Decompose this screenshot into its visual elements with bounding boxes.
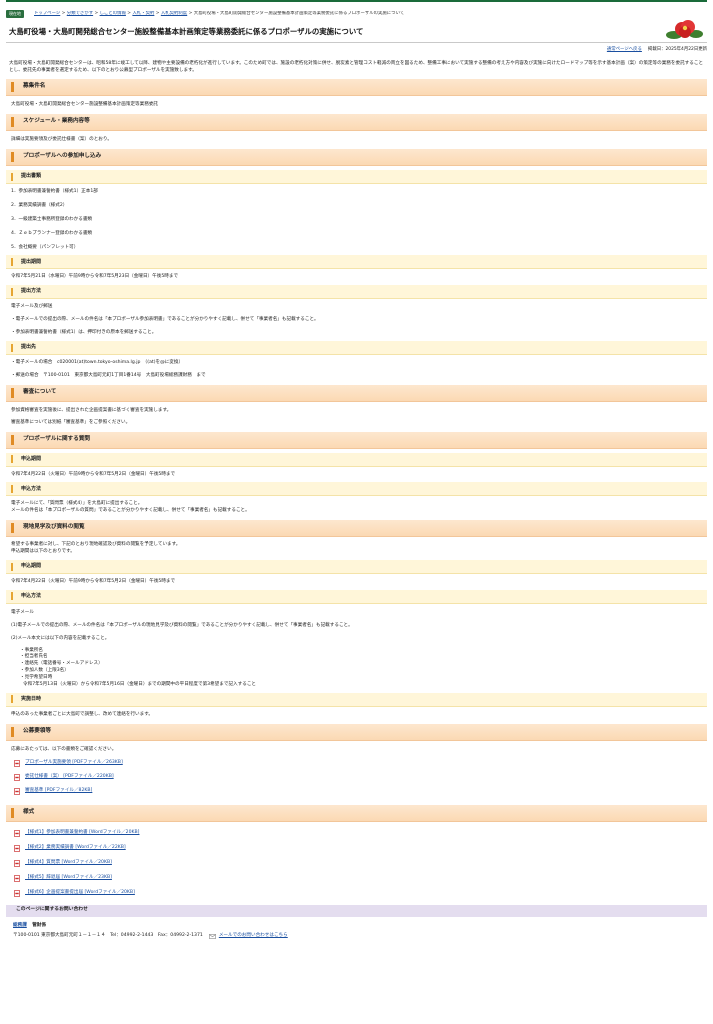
published-date: 掲載日：2025年4月22日更新 — [647, 47, 707, 53]
location-badge: 現在地 — [6, 10, 24, 18]
breadcrumb-home-link[interactable]: トップページ — [34, 11, 60, 16]
pdf-link-item: プロポーザル実施要領 [PDFファイル／263KB] — [14, 759, 713, 767]
subheading-question-period: 申込期間 — [6, 452, 707, 467]
header-top-line — [6, 0, 707, 2]
heading-site-visit: 現地見学及び資料の閲覧 — [6, 520, 707, 538]
word-download-link[interactable]: 【様式6】企画提案書提出届 [Wordファイル／20KB] — [25, 890, 135, 896]
breadcrumb-cat2-link[interactable]: しごとの情報 — [100, 11, 126, 16]
pdf-download-link[interactable]: 審査基準 [PDFファイル／82KB] — [25, 788, 92, 794]
subheading-visit-method: 申込方法 — [6, 589, 707, 604]
pdf-file-icon — [14, 773, 20, 781]
submit-method-text: 電子メール及び郵送 — [11, 304, 53, 310]
contact-address-row: 〒100-0101 東京都大島町元町１－１－１４ Tel：04992-2-144… — [13, 933, 701, 939]
recruitment-title-text: 大島町役場・大島町開発総合センター施設整備基本計画策定等業務委託 — [11, 102, 159, 108]
visit-item: ・担当者氏名 — [20, 654, 48, 660]
breadcrumb-cat3-link[interactable]: 入札・契約 — [132, 11, 154, 16]
page-title-box: 大島町役場・大島町開発総合センター施設整備基本計画策定等業務委託に係るプロポーザ… — [6, 20, 707, 43]
visit-item: ・見学希望日時 — [20, 675, 53, 681]
word-download-link[interactable]: 【様式4】質問票 [Wordファイル／20KB] — [25, 860, 112, 866]
word-file-icon — [14, 844, 20, 852]
contact-heading: このページに関するお問い合わせ — [6, 904, 707, 917]
pdf-download-link[interactable]: プロポーザル実施要領 [PDFファイル／263KB] — [25, 760, 123, 766]
word-link-item: 【様式1】参加表明書兼誓約書 [Wordファイル／20KB] — [14, 829, 713, 837]
contact-body: 総務課 管財係 〒100-0101 東京都大島町元町１－１－１４ Tel：049… — [6, 917, 707, 943]
heading-questions: プロポーザルに関する質問 — [6, 431, 707, 449]
department-link[interactable]: 総務課 — [13, 923, 27, 928]
pdf-file-icon — [14, 787, 20, 795]
subheading-visit-period: 申込期間 — [6, 560, 707, 575]
visit-method-text: 電子メール — [11, 609, 34, 615]
contact-department: 総務課 管財係 — [13, 923, 701, 929]
contact-address: 〒100-0101 東京都大島町元町１－１－１４ Tel：04992-2-144… — [13, 932, 203, 938]
subheading-documents: 提出書類 — [6, 170, 707, 184]
site-visit-text: 申込期間は以下のとおりです。 — [11, 549, 75, 555]
review-text: 審査基準については別紙「審査基準」をご参照ください。 — [11, 419, 131, 425]
word-file-icon — [14, 874, 20, 882]
subheading-submit-method: 提出方法 — [6, 285, 707, 300]
page-meta: 通常ページへ戻る 掲載日：2025年4月22日更新 — [6, 46, 707, 54]
doc-item: 3．一級建築士事務所登録のわかる書類 — [11, 216, 93, 222]
visit-method-text: (1)電子メールでの提出の際、メールの件名は「本プロポーザルの現地見学及び資料の… — [11, 622, 353, 628]
question-period-text: 令和7年4月22日（火曜日）午前9時から令和7年5月2日（金曜日）午後5時まで — [11, 471, 176, 477]
pdf-link-item: 委託仕様書（案） [PDFファイル／220KB] — [14, 773, 713, 781]
destination-text: ・郵送の場合 〒100-0101 東京都大島町元町1丁目1番14号 大島町役場総… — [11, 372, 206, 378]
submit-method-text: ・電子メールでの提出の際、メールの件名は「本プロポーザル参加表明書」であることが… — [11, 317, 319, 323]
heading-forms: 様式 — [6, 804, 707, 822]
heading-documents: 公募要領等 — [6, 723, 707, 741]
section-name: 管財係 — [32, 922, 47, 928]
word-download-link[interactable]: 【様式5】辞退届 [Wordファイル／23KB] — [25, 875, 112, 881]
review-text: 参加資格審査を実施後に、提出された企画提案書に基づく審査を実施します。 — [11, 407, 172, 413]
visit-item: ・参加人数（上限3名） — [20, 668, 69, 674]
heading-schedule: スケジュール・業務内容等 — [6, 114, 707, 132]
doc-item: 2．業務実績調書（様式2） — [11, 202, 68, 208]
submit-method-text: ・参加表明書兼誓約書（様式1）は、押印付きの原本を郵送すること。 — [11, 330, 157, 336]
breadcrumb-current: 大島町役場・大島町開発総合センター施設整備基本計画策定等業務委託に係るプロポーザ… — [193, 11, 405, 17]
doc-item: 5．会社概要（パンフレット可） — [11, 244, 79, 250]
word-link-item: 【様式2】業務実績調書 [Wordファイル／22KB] — [14, 844, 713, 852]
page-title: 大島町役場・大島町開発総合センター施設整備基本計画策定等業務委託に係るプロポーザ… — [9, 27, 364, 36]
visit-date-text: 申込のあった事業者ごとに大島町で調整し、改めて連絡を行います。 — [11, 711, 153, 717]
pdf-link-item: 審査基準 [PDFファイル／82KB] — [14, 787, 713, 795]
question-method-text: メールの件名は「本プロポーザルの質問」であることが分かりやすく記載し、併せて「事… — [11, 508, 250, 514]
word-link-item: 【様式4】質問票 [Wordファイル／20KB] — [14, 859, 713, 867]
word-file-icon — [14, 829, 20, 837]
word-link-item: 【様式6】企画提案書提出届 [Wordファイル／20KB] — [14, 889, 713, 897]
mail-inquiry-link[interactable]: メールでのお問い合わせはこちら — [219, 933, 288, 939]
heading-recruitment-title: 募集件名 — [6, 79, 707, 97]
visit-item: ・連絡先（電話番号・メールアドレス） — [20, 661, 103, 667]
submit-period-text: 令和7年5月21日（水曜日）午前9時から令和7年5月23日（金曜日）午後5時まで — [11, 274, 179, 280]
subheading-destination: 提出先 — [6, 341, 707, 356]
documents-text: 応募にあたっては、以下の書類をご確認ください。 — [11, 746, 117, 752]
normal-page-link[interactable]: 通常ページへ戻る — [607, 47, 642, 53]
subheading-submit-period: 提出期間 — [6, 255, 707, 270]
schedule-text: 詳細は実施要領及び委託仕様書（案）のとおり。 — [11, 137, 112, 143]
heading-review: 審査について — [6, 384, 707, 402]
breadcrumb-cat4-link[interactable]: 入札契約制度 — [161, 11, 187, 16]
breadcrumb-cat1-link[interactable]: 分類でさがす — [67, 11, 93, 16]
breadcrumb-trail: トップページ > 分類でさがす > しごとの情報 > 入札・契約 > 入札契約制… — [34, 11, 405, 17]
word-download-link[interactable]: 【様式2】業務実績調書 [Wordファイル／22KB] — [25, 845, 126, 851]
word-file-icon — [14, 889, 20, 897]
word-file-icon — [14, 859, 20, 867]
destination-text: ・電子メールの場合 c020001(at)town.tokyo-oshima.l… — [11, 360, 184, 366]
mail-icon — [208, 933, 216, 939]
visit-item: ・事業所名 — [20, 647, 43, 653]
visit-method-text: (2)メール本文には以下の内容を記載すること。 — [11, 635, 110, 641]
doc-item: 4．Ｚｅｂプランナー登録のわかる書類 — [11, 230, 93, 236]
doc-item: 1．参加表明書兼誓約書（様式1）正本1部 — [11, 189, 98, 194]
subheading-visit-date: 実施日時 — [6, 692, 707, 707]
camellia-flower-icon — [666, 20, 703, 39]
breadcrumb: 現在地 トップページ > 分類でさがす > しごとの情報 > 入札・契約 > 入… — [6, 8, 707, 20]
pdf-file-icon — [14, 759, 20, 767]
visit-period-text: 令和7年4月22日（火曜日）午前9時から令和7年5月2日（金曜日）午後5時まで — [11, 579, 176, 585]
site-visit-text: 希望する事業者に対し、下記のとおり現地確認及び資料の閲覧を予定しています。 — [11, 542, 181, 548]
intro-text: 大島町役場・大島町開発総合センターは、昭和58年に竣工して以降、建物や主要設備の… — [9, 61, 704, 74]
word-download-link[interactable]: 【様式1】参加表明書兼誓約書 [Wordファイル／20KB] — [25, 830, 139, 836]
word-link-item: 【様式5】辞退届 [Wordファイル／23KB] — [14, 874, 713, 882]
heading-participation: プロポーザルへの参加申し込み — [6, 149, 707, 166]
visit-item-note: 令和7年5月13日（火曜日）から令和7年5月16日（金曜日）までの期間中の平日程… — [23, 682, 257, 688]
subheading-question-method: 申込方法 — [6, 482, 707, 497]
pdf-download-link[interactable]: 委託仕様書（案） [PDFファイル／220KB] — [25, 774, 114, 780]
contact-box: このページに関するお問い合わせ 総務課 管財係 〒100-0101 東京都大島町… — [6, 904, 707, 943]
